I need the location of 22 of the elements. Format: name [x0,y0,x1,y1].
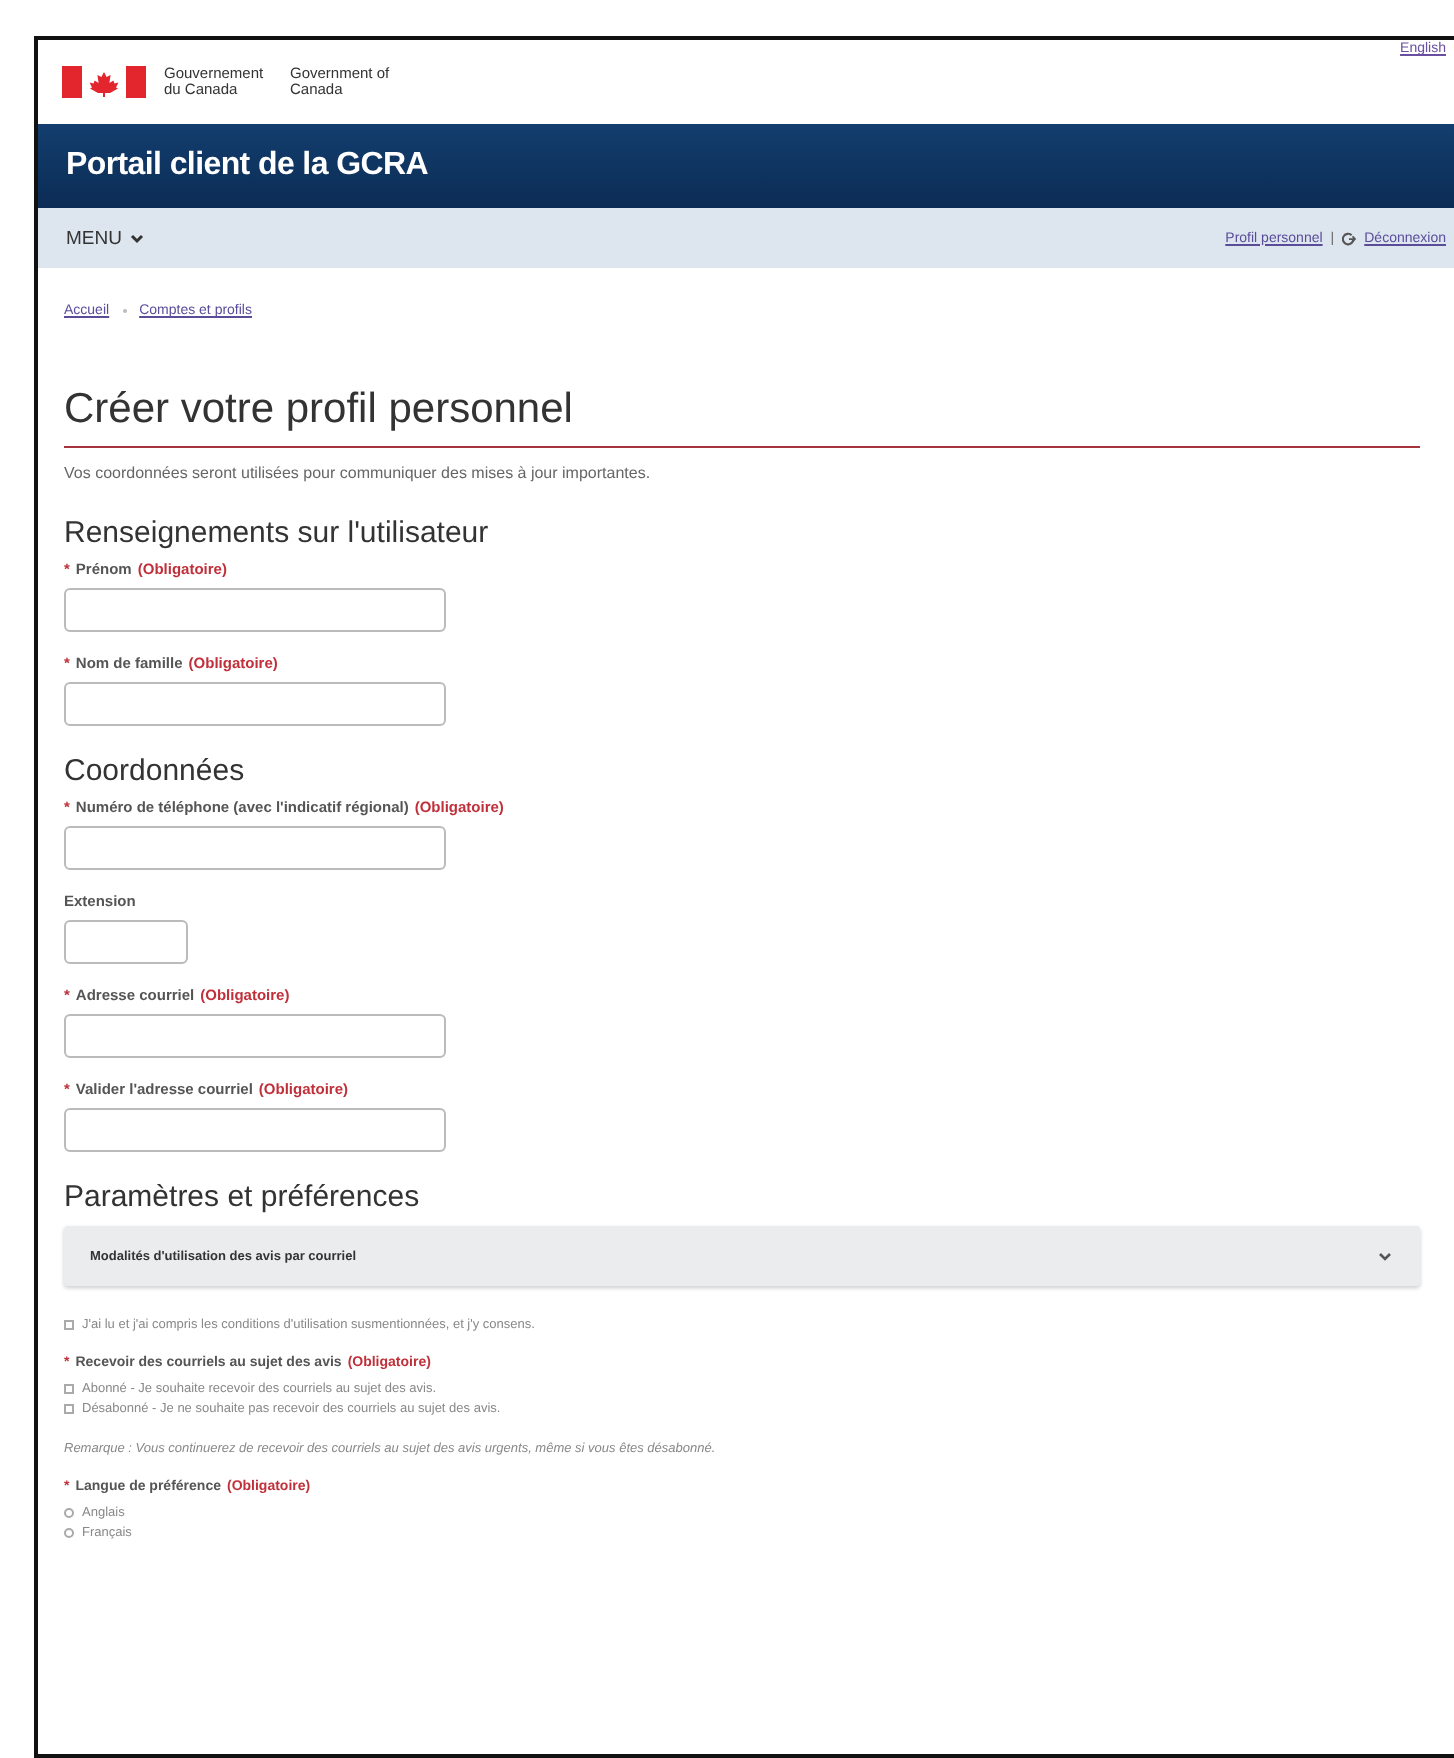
breadcrumb-separator-icon [121,308,128,314]
canada-flag-icon [62,66,146,98]
section-heading: Paramètres et préférences [64,1180,422,1214]
radio-button[interactable] [64,1508,74,1518]
radio-button[interactable] [64,1528,74,1538]
checkbox[interactable] [64,1320,74,1330]
checkbox[interactable] [64,1384,74,1394]
checkbox[interactable] [64,1404,74,1414]
chevron-down-icon [129,233,144,243]
section-heading: Coordonnées [64,754,247,788]
page-title: Créer votre profil personnel [64,386,1420,448]
menu-button[interactable]: MENU [66,227,144,249]
input-field[interactable] [64,826,446,870]
logout-icon [1342,231,1357,245]
input-field[interactable] [64,1108,446,1152]
section-heading: Renseignements sur l'utilisateur [64,516,491,550]
app-title: Portail client de la GCRA [66,148,428,184]
input-field[interactable] [64,1014,446,1058]
input-field[interactable] [64,682,446,726]
input-field[interactable] [64,588,446,632]
intro-text: Vos coordonnées seront utilisées pour communiquer des mises à jour importantes. [64,464,653,482]
input-field[interactable] [64,920,188,964]
